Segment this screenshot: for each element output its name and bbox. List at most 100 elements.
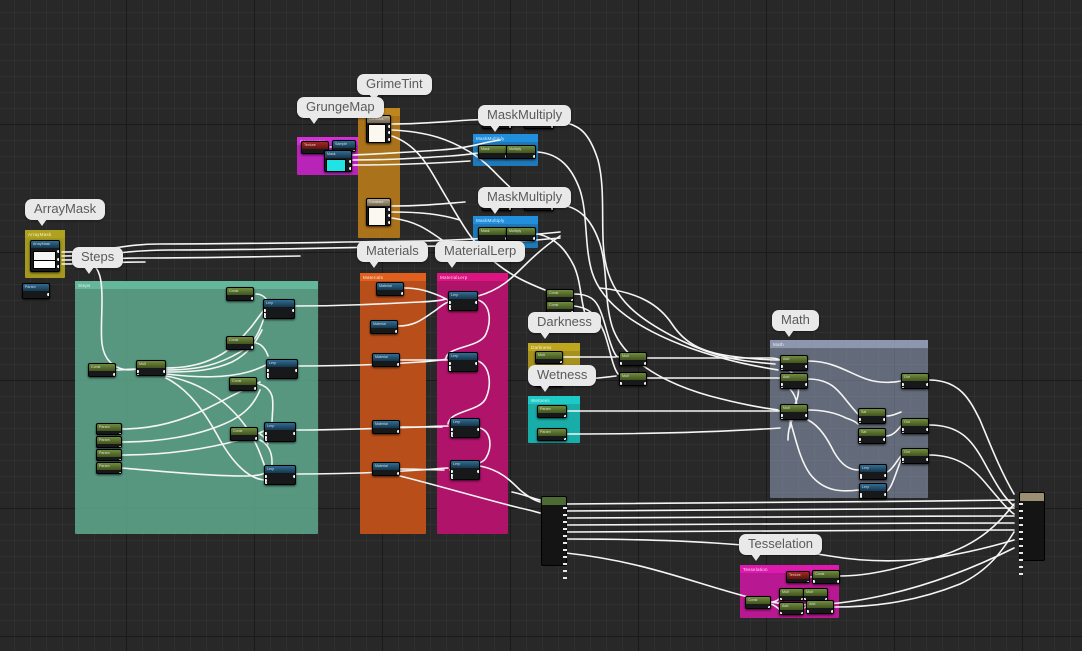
node-input-pin[interactable] xyxy=(267,369,269,372)
node-mat-5[interactable]: Material xyxy=(372,462,400,476)
node-output-pin[interactable] xyxy=(884,493,886,496)
group-materials[interactable]: Materials xyxy=(360,273,426,534)
node-arraymask-inner[interactable]: ArrayMask xyxy=(30,240,60,272)
node-input-pin[interactable] xyxy=(451,431,453,435)
node-lerp-3[interactable]: Lerp xyxy=(450,418,480,438)
node-input-pin[interactable] xyxy=(902,461,904,463)
node-steps-g1[interactable]: Const xyxy=(226,287,254,301)
node-output-pin[interactable] xyxy=(644,382,646,385)
node-input-pin[interactable] xyxy=(902,431,904,433)
node-steps-b2[interactable]: Lerp xyxy=(266,359,298,379)
node-steps-b1[interactable]: Lerp xyxy=(263,299,295,319)
group-label-math[interactable]: Math xyxy=(772,310,819,337)
node-input-pin[interactable] xyxy=(781,383,783,386)
node-input-pin[interactable] xyxy=(449,301,451,304)
node-math-a1[interactable]: Add xyxy=(780,355,808,371)
node-mat-3[interactable]: Material xyxy=(372,353,400,367)
node-output-pin[interactable] xyxy=(57,257,59,261)
node-steps-g0[interactable]: Const xyxy=(88,363,116,377)
node-math-a2[interactable]: Add xyxy=(780,373,808,389)
node-steps-b0[interactable]: Mult xyxy=(136,360,166,376)
node-output-pin[interactable] xyxy=(388,137,390,141)
node-input-pin[interactable] xyxy=(449,304,451,308)
node-output-pin[interactable] xyxy=(837,580,839,583)
node-material-output[interactable] xyxy=(1019,492,1045,575)
node-input-pin[interactable] xyxy=(449,308,451,310)
stack-node-pin[interactable] xyxy=(563,514,567,516)
node-output-pin[interactable] xyxy=(293,475,295,478)
node-output-pin[interactable] xyxy=(926,383,928,386)
stack-node-pin[interactable] xyxy=(1019,538,1023,540)
node-output-pin[interactable] xyxy=(349,160,351,163)
node-output-pin[interactable] xyxy=(533,237,535,240)
node-output-pin[interactable] xyxy=(397,430,399,433)
stack-node-pins[interactable] xyxy=(1019,503,1023,580)
node-tes-b3[interactable]: Add xyxy=(779,602,804,615)
group-label-materials[interactable]: Materials xyxy=(357,241,428,268)
stack-node-pin[interactable] xyxy=(563,507,567,509)
node-steps-b4[interactable]: Lerp xyxy=(264,465,296,485)
node-tes-red[interactable]: Texture xyxy=(786,571,810,583)
node-output-pin[interactable] xyxy=(292,309,294,312)
node-output-pin[interactable] xyxy=(57,265,59,269)
node-steps-g2[interactable]: Const xyxy=(226,336,254,350)
node-output-pin[interactable] xyxy=(47,293,49,296)
node-lerp-4[interactable]: Lerp xyxy=(450,460,480,480)
stack-node-pin[interactable] xyxy=(1019,573,1023,575)
node-output-pin[interactable] xyxy=(255,437,257,440)
node-math-o1[interactable]: Out xyxy=(901,373,929,389)
node-input-pin[interactable] xyxy=(859,418,861,421)
node-output-pin[interactable] xyxy=(805,383,807,386)
node-input-pin[interactable] xyxy=(451,435,453,437)
node-math-c1[interactable]: Lerp xyxy=(859,464,887,480)
node-input-pin[interactable] xyxy=(781,386,783,388)
group-label-grimetint[interactable]: GrimeTint xyxy=(357,74,432,101)
node-lerp-2[interactable]: Lerp xyxy=(448,352,478,372)
stack-node-pin[interactable] xyxy=(563,577,567,579)
node-output-pin[interactable] xyxy=(883,438,885,441)
node-input-pin[interactable] xyxy=(807,612,809,613)
node-tes-g2[interactable]: Const xyxy=(745,596,771,609)
node-input-pin[interactable] xyxy=(451,470,453,473)
group-materiallerp[interactable]: MaterialLerp xyxy=(437,273,508,534)
node-output-pin[interactable] xyxy=(401,292,403,295)
stack-node-pin[interactable] xyxy=(1019,545,1023,547)
node-input-pin[interactable] xyxy=(265,435,267,439)
node-output-pin[interactable] xyxy=(388,131,390,135)
node-math-b2[interactable]: Sat xyxy=(858,428,886,444)
node-output-pin[interactable] xyxy=(388,220,390,224)
node-output-pin[interactable] xyxy=(293,432,295,435)
node-input-pin[interactable] xyxy=(265,478,267,482)
stack-node-pin[interactable] xyxy=(1019,524,1023,526)
node-grime-bot[interactable]: Constant xyxy=(366,198,391,226)
node-steps-g4[interactable]: Const xyxy=(230,427,258,441)
stack-node-pin[interactable] xyxy=(1019,559,1023,561)
node-math-c2[interactable]: Lerp xyxy=(859,483,887,499)
node-steps-g3[interactable]: Const xyxy=(229,377,257,391)
node-input-pin[interactable] xyxy=(781,365,783,368)
node-input-pin[interactable] xyxy=(265,475,267,478)
node-input-pin[interactable] xyxy=(902,428,904,431)
node-output-pin[interactable] xyxy=(644,362,646,365)
node-mm2-c[interactable]: Mask xyxy=(478,227,508,241)
node-output-pin[interactable] xyxy=(397,363,399,366)
node-output-pin[interactable] xyxy=(163,370,165,373)
node-math-b1[interactable]: Sat xyxy=(858,408,886,424)
group-label-grungemap[interactable]: GrungeMap xyxy=(297,97,384,124)
node-input-pin[interactable] xyxy=(902,386,904,388)
stack-node-pin[interactable] xyxy=(1019,531,1023,533)
node-output-pin[interactable] xyxy=(349,166,351,170)
node-input-pin[interactable] xyxy=(813,580,815,583)
node-output-pin[interactable] xyxy=(254,387,256,390)
node-mat-2[interactable]: Material xyxy=(370,320,398,334)
material-graph-canvas[interactable]: ArrayMaskStepsGrungeMapGrimeTintMaskMult… xyxy=(0,0,1082,651)
group-label-tesselation[interactable]: Tesselation xyxy=(739,534,823,561)
node-input-pin[interactable] xyxy=(449,365,451,369)
node-math-a3[interactable]: Mult xyxy=(780,404,808,420)
node-input-pin[interactable] xyxy=(451,428,453,431)
node-output-pin[interactable] xyxy=(251,346,253,349)
node-steps-s1[interactable]: Param xyxy=(96,423,122,435)
node-output-pin[interactable] xyxy=(477,470,479,473)
node-output-pin[interactable] xyxy=(477,428,479,431)
node-input-pin[interactable] xyxy=(449,369,451,371)
